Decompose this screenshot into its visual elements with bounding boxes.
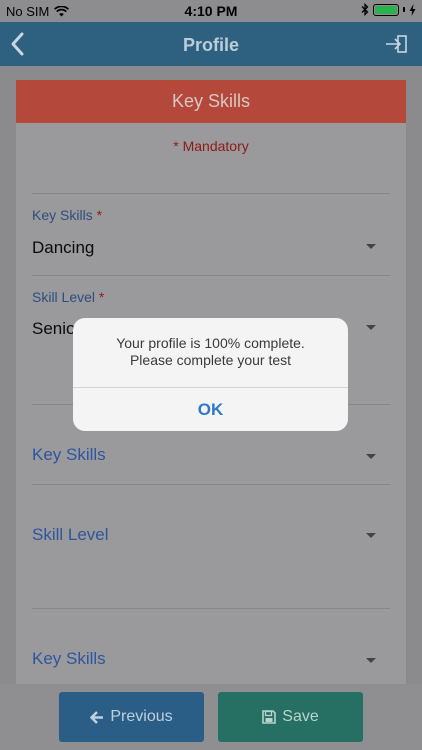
alert-message: Your profile is 100% complete. Please co…	[73, 335, 348, 369]
key-skills-select[interactable]: Dancing	[32, 238, 94, 258]
divider	[32, 193, 390, 194]
battery-tip	[403, 7, 405, 12]
logout-icon[interactable]	[384, 33, 408, 55]
key-skills-select[interactable]: Key Skills	[32, 445, 106, 465]
save-button-label: Save	[282, 708, 319, 725]
chevron-down-icon[interactable]	[366, 454, 376, 459]
alert-message-line: Please complete your test	[129, 352, 292, 368]
page-title: Profile	[182, 35, 239, 55]
skill-level-select[interactable]: Senio	[32, 319, 75, 339]
previous-button[interactable]: Previous	[59, 692, 204, 742]
battery-icon	[373, 3, 399, 16]
card-header: Key Skills	[16, 80, 406, 123]
chevron-down-icon[interactable]	[366, 244, 376, 249]
status-bar: No SIM 4:10 PM	[0, 0, 422, 22]
skill-level-label-text: Skill Level	[32, 289, 96, 305]
alert-message-line: Your profile is 100% complete.	[116, 335, 305, 351]
skill-level-select[interactable]: Skill Level	[32, 525, 109, 545]
charging-icon	[409, 3, 416, 16]
required-marker: *	[96, 207, 103, 223]
arrow-left-icon	[90, 710, 104, 724]
screen: No SIM 4:10 PM Profile Key Skills * Mand…	[0, 0, 422, 750]
key-skills-label: Key Skills *	[32, 207, 102, 223]
ok-button[interactable]: OK	[73, 388, 348, 431]
nav-bar: Profile	[0, 22, 422, 66]
alert-dialog: Your profile is 100% complete. Please co…	[73, 318, 348, 431]
key-skills-select[interactable]: Key Skills	[32, 649, 106, 669]
save-icon	[262, 710, 277, 724]
required-marker: *	[98, 289, 105, 305]
status-time: 4:10 PM	[184, 3, 238, 19]
chevron-down-icon[interactable]	[366, 658, 376, 663]
divider	[32, 608, 390, 609]
previous-button-label: Previous	[110, 708, 173, 725]
chevron-down-icon[interactable]	[366, 533, 376, 538]
bottom-bar: Previous Save	[0, 684, 422, 750]
mandatory-note: * Mandatory	[173, 138, 249, 154]
save-button[interactable]: Save	[218, 692, 363, 742]
status-right	[361, 3, 416, 16]
chevron-down-icon[interactable]	[366, 325, 376, 330]
divider	[32, 484, 390, 485]
divider	[32, 275, 390, 276]
key-skills-label-text: Key Skills	[32, 207, 93, 223]
bluetooth-icon	[361, 3, 369, 16]
skill-level-label: Skill Level *	[32, 289, 104, 305]
